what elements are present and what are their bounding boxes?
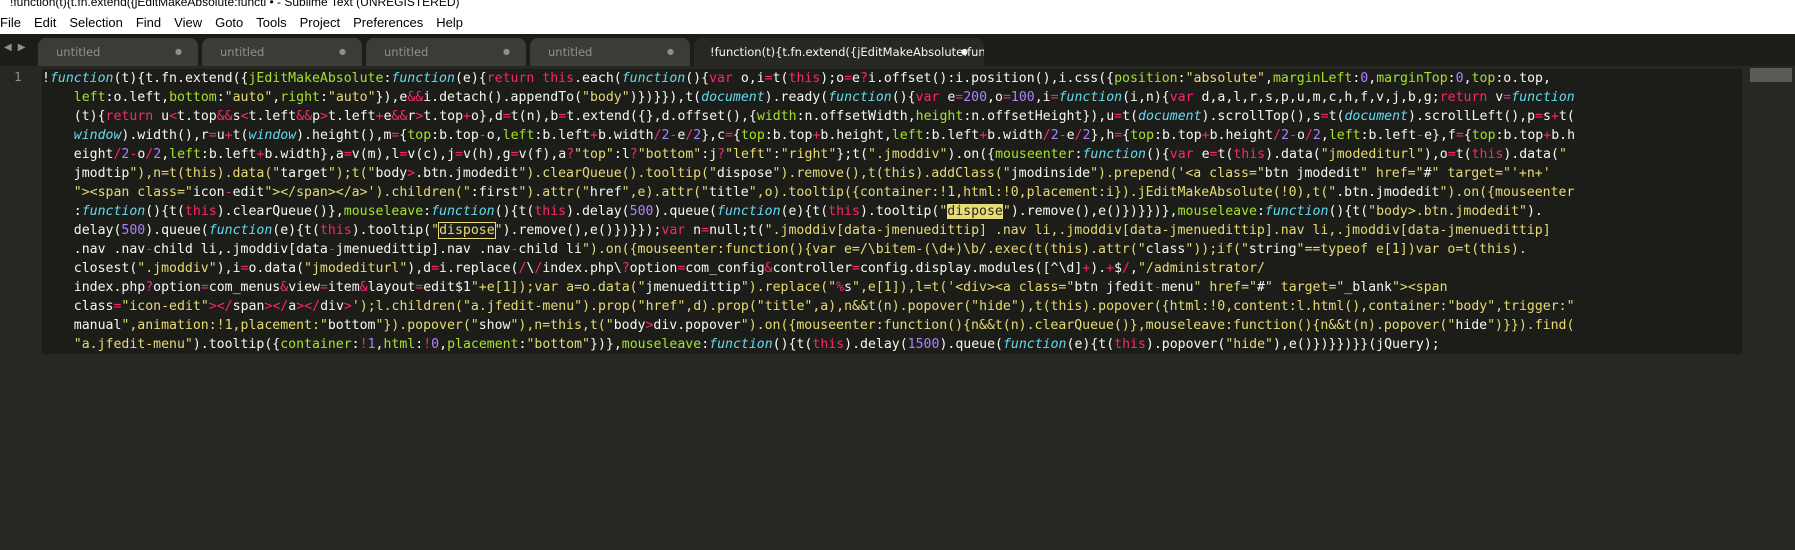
title-bar: !function(t){t.fn.extend({jEditMakeAbsol… bbox=[0, 0, 1795, 10]
menu-find[interactable]: Find bbox=[130, 15, 168, 30]
code-text[interactable]: !function(t){t.fn.extend({jEditMakeAbsol… bbox=[42, 69, 1742, 354]
menu-file[interactable]: File bbox=[0, 15, 28, 30]
menu-help[interactable]: Help bbox=[430, 15, 470, 30]
menu-project[interactable]: Project bbox=[294, 15, 347, 30]
code-line[interactable]: !function(t){t.fn.extend({jEditMakeAbsol… bbox=[42, 69, 1742, 88]
code-line[interactable]: (t){return u<t.top&&s<t.left&&p>t.left+e… bbox=[42, 107, 1742, 126]
code-line[interactable]: manual",animation:!1,placement:"bottom"}… bbox=[42, 316, 1742, 335]
code-line[interactable]: left:o.left,bottom:"auto",right:"auto"})… bbox=[42, 88, 1742, 107]
menu-preferences[interactable]: Preferences bbox=[347, 15, 430, 30]
code-line[interactable]: class="icon-edit"></span></a></div>');l.… bbox=[42, 297, 1742, 316]
tab-nav-right-icon[interactable]: ▶ bbox=[18, 42, 26, 53]
code-line[interactable]: index.php?option=com_menus&view=item&lay… bbox=[42, 278, 1742, 297]
code-line[interactable]: :function(){t(this).clearQueue()},mousel… bbox=[42, 202, 1742, 221]
tab-active-file[interactable]: !function(t){t.fn.extend({jEditMakeAbsol… bbox=[694, 38, 984, 66]
menu-goto[interactable]: Goto bbox=[209, 15, 250, 30]
tab-label: untitled bbox=[548, 45, 593, 59]
tab-bar: ◀ ▶ untitled ● untitled ● untitled ● unti… bbox=[0, 34, 1795, 66]
code-line[interactable]: "><span class="icon-edit"></span></a>').… bbox=[42, 183, 1742, 202]
code-line[interactable]: closest(".jmoddiv"),i=o.data("jmodeditur… bbox=[42, 259, 1742, 278]
code-line[interactable]: jmodtip"),n=t(this).data("target");t("bo… bbox=[42, 164, 1742, 183]
tab-label: !function(t){t.fn.extend({jEditMakeAbsol… bbox=[710, 45, 984, 59]
minimap[interactable] bbox=[1748, 66, 1795, 550]
code-line[interactable]: eight/2-o/2,left:b.left+b.width},a=v(m),… bbox=[42, 145, 1742, 164]
minimap-viewport[interactable] bbox=[1750, 68, 1792, 82]
menu-bar: File Edit Selection Find View Goto Tools… bbox=[0, 10, 1795, 34]
window-title: !function(t){t.fn.extend({jEditMakeAbsol… bbox=[10, 0, 460, 9]
tab-untitled-3[interactable]: untitled ● bbox=[366, 38, 526, 66]
menu-selection[interactable]: Selection bbox=[63, 15, 129, 30]
tab-dirty-icon[interactable]: ● bbox=[503, 38, 510, 66]
tab-nav: ◀ ▶ bbox=[4, 42, 31, 53]
line-gutter: 1 bbox=[0, 66, 36, 550]
code-line[interactable]: .nav .nav-child li,.jmoddiv[data-jmenued… bbox=[42, 240, 1742, 259]
menu-edit[interactable]: Edit bbox=[28, 15, 63, 30]
tab-untitled-2[interactable]: untitled ● bbox=[202, 38, 362, 66]
code-line[interactable]: window).width(),r=u+t(window).height(),m… bbox=[42, 126, 1742, 145]
tab-nav-left-icon[interactable]: ◀ bbox=[4, 42, 12, 53]
menu-tools[interactable]: Tools bbox=[250, 15, 293, 30]
code-line[interactable]: "a.jfedit-menu").tooltip({container:!1,h… bbox=[42, 335, 1742, 354]
tab-dirty-icon[interactable]: ● bbox=[339, 38, 346, 66]
menu-view[interactable]: View bbox=[168, 15, 209, 30]
tab-dirty-icon[interactable]: ● bbox=[961, 38, 968, 66]
tab-label: untitled bbox=[56, 45, 101, 59]
code-editor[interactable]: !function(t){t.fn.extend({jEditMakeAbsol… bbox=[36, 66, 1746, 550]
tab-label: untitled bbox=[220, 45, 265, 59]
tab-dirty-icon[interactable]: ● bbox=[667, 38, 674, 66]
tab-label: untitled bbox=[384, 45, 429, 59]
tab-untitled-1[interactable]: untitled ● bbox=[38, 38, 198, 66]
line-number: 1 bbox=[14, 70, 22, 85]
code-line[interactable]: delay(500).queue(function(e){t(this).too… bbox=[42, 221, 1742, 240]
tab-dirty-icon[interactable]: ● bbox=[175, 38, 182, 66]
tab-untitled-4[interactable]: untitled ● bbox=[530, 38, 690, 66]
